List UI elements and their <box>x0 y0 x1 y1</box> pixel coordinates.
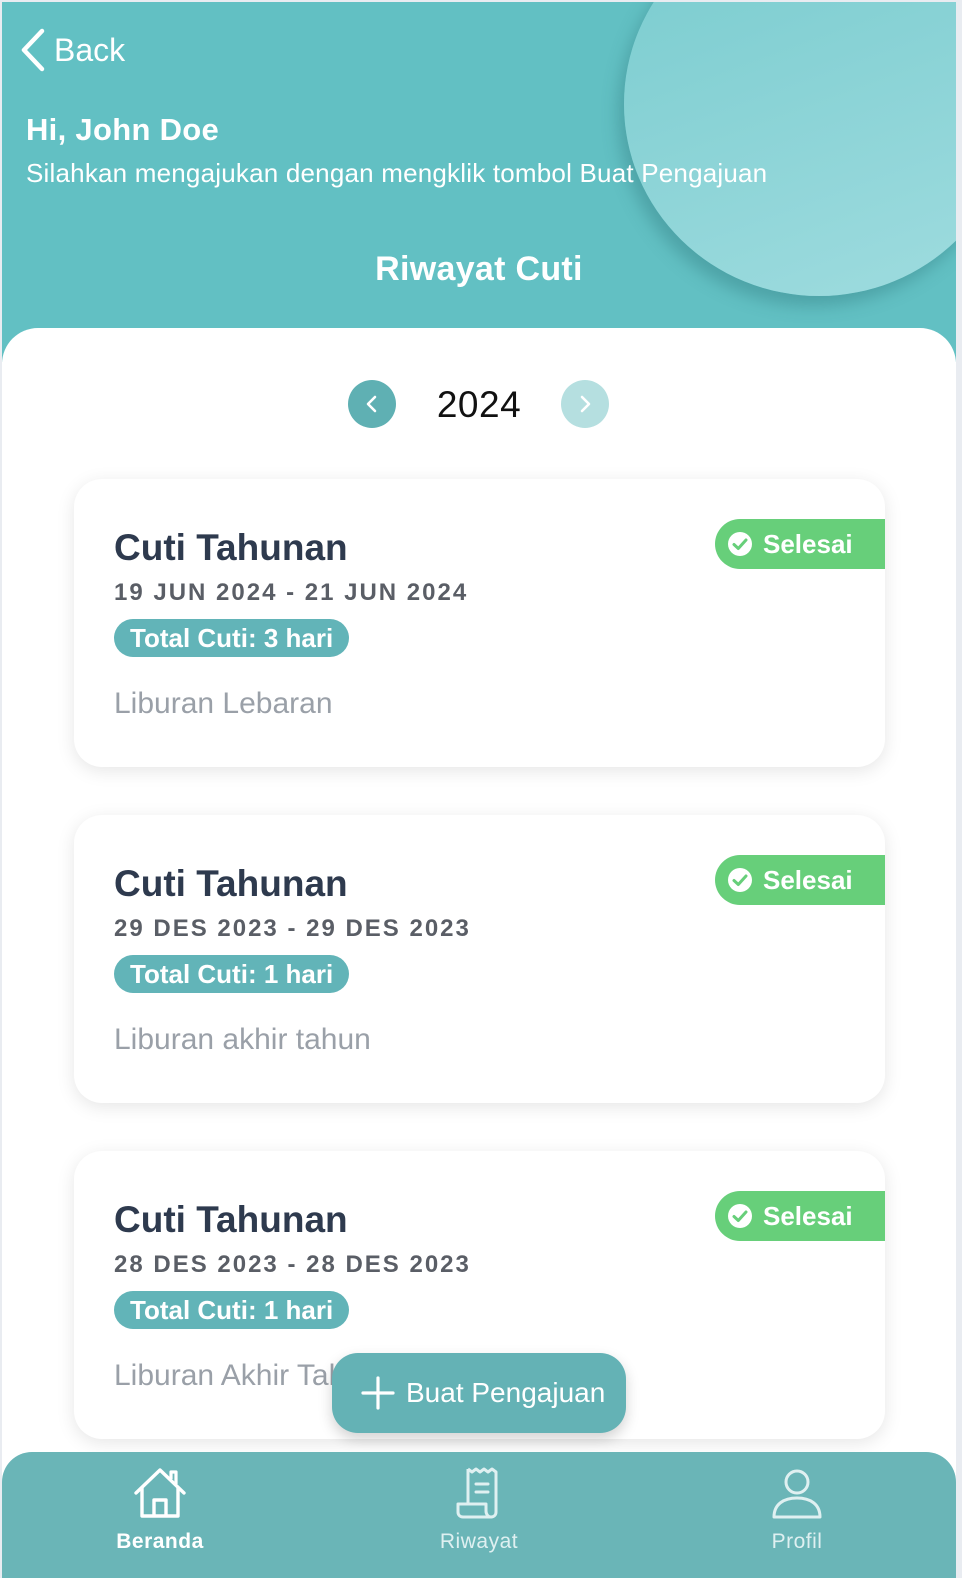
header: Back Hi, John Doe Silahkan mengajukan de… <box>2 2 956 362</box>
home-icon <box>134 1468 186 1518</box>
status-label: Selesai <box>763 864 853 895</box>
check-circle-icon <box>728 532 752 556</box>
tab-riwayat[interactable]: Riwayat <box>399 1464 559 1568</box>
tab-label: Riwayat <box>439 1530 519 1553</box>
tab-label: Profil <box>771 1530 823 1553</box>
bottom-tab-bar: Beranda Riwayat Profil <box>2 1452 956 1578</box>
leave-type: Cuti Tahunan <box>114 527 348 568</box>
create-request-button[interactable]: Buat Pengajuan <box>332 1353 626 1433</box>
leave-total-badge: Total Cuti: 1 hari <box>114 1291 350 1329</box>
leave-type: Cuti Tahunan <box>114 1199 348 1240</box>
chevron-right-icon <box>580 395 591 413</box>
status-badge: Selesai <box>715 1191 885 1241</box>
tab-label: Beranda <box>116 1530 204 1553</box>
app-screen: Back Hi, John Doe Silahkan mengajukan de… <box>2 2 956 1578</box>
status-badge: Selesai <box>715 855 885 905</box>
back-button[interactable]: Back <box>20 28 125 72</box>
status-badge: Selesai <box>715 519 885 569</box>
leave-dates: 28 DES 2023 - 28 DES 2023 <box>114 1251 471 1278</box>
status-label: Selesai <box>763 1200 853 1231</box>
leave-type: Cuti Tahunan <box>114 863 348 904</box>
greeting: Hi, John Doe <box>26 112 220 147</box>
chevron-left-icon <box>21 28 45 72</box>
check-circle-icon <box>728 1204 752 1228</box>
leave-total-badge: Total Cuti: 1 hari <box>114 955 350 993</box>
next-year-button[interactable] <box>561 380 609 428</box>
year-label: 2024 <box>436 384 522 425</box>
check-circle-icon <box>728 868 752 892</box>
header-subtitle: Silahkan mengajukan dengan mengklik tomb… <box>26 158 768 188</box>
leave-total-badge: Total Cuti: 3 hari <box>114 619 350 657</box>
tab-beranda[interactable]: Beranda <box>80 1464 240 1568</box>
plus-icon <box>361 1376 395 1410</box>
leave-note: Liburan akhir tahun <box>114 1023 371 1056</box>
receipt-icon <box>456 1467 498 1519</box>
year-navigator: 2024 <box>2 380 956 430</box>
status-label: Selesai <box>763 528 853 559</box>
page-title: Riwayat Cuti <box>375 250 583 288</box>
leave-card[interactable]: Cuti Tahunan 19 JUN 2024 - 21 JUN 2024 T… <box>74 479 885 767</box>
back-label: Back <box>54 31 126 68</box>
leave-dates: 19 JUN 2024 - 21 JUN 2024 <box>114 579 469 606</box>
leave-card[interactable]: Cuti Tahunan 29 DES 2023 - 29 DES 2023 T… <box>74 815 885 1103</box>
leave-note: Liburan Lebaran <box>114 687 333 720</box>
create-request-label: Buat Pengajuan <box>406 1377 606 1408</box>
user-icon <box>772 1469 822 1519</box>
leave-dates: 29 DES 2023 - 29 DES 2023 <box>114 915 471 942</box>
tab-profil[interactable]: Profil <box>717 1464 877 1568</box>
